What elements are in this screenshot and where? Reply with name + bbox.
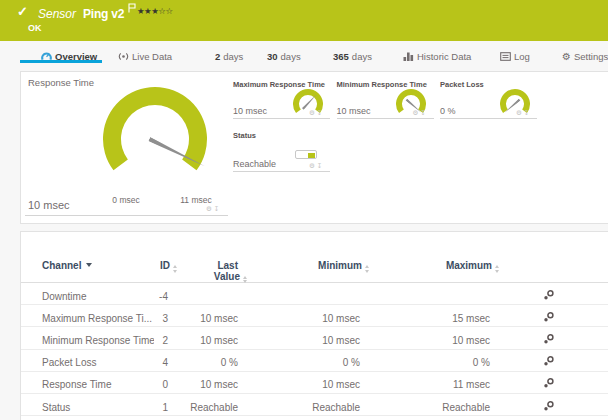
tab-2-days[interactable]: 2days bbox=[215, 49, 243, 63]
divider bbox=[337, 118, 434, 119]
channel-settings-icon[interactable] bbox=[543, 377, 555, 389]
gauge-settings-pin-icons[interactable]: ⚙↧ bbox=[413, 109, 428, 117]
packet-loss-value: 0 % bbox=[440, 106, 456, 116]
table-row: Downtime -4 bbox=[21, 283, 608, 305]
sensor-type-label: Sensor bbox=[38, 7, 76, 21]
tab-settings[interactable]: ⚙ Settings bbox=[562, 49, 608, 63]
tab-historic-data[interactable]: Historic Data bbox=[403, 49, 471, 63]
min-response-value: 10 msec bbox=[337, 106, 371, 116]
table-row: Minimum Response Time 2 10 msec 10 msec … bbox=[21, 327, 608, 349]
gauge-min-label: 0 msec bbox=[96, 195, 156, 205]
channel-settings-icon[interactable] bbox=[543, 355, 555, 367]
status-indicator bbox=[295, 150, 317, 159]
main-gauge-title: Response Time bbox=[28, 77, 94, 88]
ok-check-icon: ✓ bbox=[17, 4, 28, 19]
active-tab-underline bbox=[20, 60, 102, 63]
gauge-title-packet-loss: Packet Loss bbox=[440, 80, 484, 89]
col-header-last-value[interactable]: Last Value bbox=[173, 261, 243, 283]
tab-365-days[interactable]: 365days bbox=[333, 49, 372, 63]
flag-icon[interactable] bbox=[128, 3, 136, 15]
gauge-settings-pin-icons[interactable]: ⚙↧ bbox=[206, 205, 221, 213]
gauge-settings-pin-icons[interactable]: ⚙↧ bbox=[309, 109, 324, 117]
channel-name[interactable]: Downtime bbox=[42, 291, 154, 302]
tab-live-data[interactable]: Live Data bbox=[118, 49, 172, 63]
channel-settings-icon[interactable] bbox=[543, 289, 555, 301]
gauge-settings-pin-icons[interactable]: ⚙↧ bbox=[309, 162, 324, 170]
live-data-icon bbox=[118, 51, 129, 62]
divider bbox=[25, 215, 228, 216]
gauge-settings-pin-icons[interactable]: ⚙↧ bbox=[516, 109, 531, 117]
tab-30-days[interactable]: 30days bbox=[267, 49, 301, 63]
col-header-channel[interactable]: Channel bbox=[42, 261, 154, 272]
divider bbox=[233, 118, 330, 119]
gauge-max-label: 11 msec bbox=[166, 195, 226, 205]
sensor-title: Ping v2 bbox=[83, 7, 124, 21]
max-response-value: 10 msec bbox=[233, 106, 267, 116]
col-header-maximum[interactable]: Maximum bbox=[365, 261, 495, 273]
response-time-gauge bbox=[95, 79, 215, 199]
gauge-title-status: Status bbox=[233, 131, 256, 140]
sort-desc-icon bbox=[86, 263, 92, 267]
channel-name[interactable]: Status bbox=[42, 402, 154, 413]
tab-bar: Overview Live Data 2days 30days 365days … bbox=[0, 41, 608, 71]
gear-icon: ⚙ bbox=[562, 51, 571, 62]
overview-gauges-panel: Response Time 0 msec 11 msec 10 msec ⚙↧ … bbox=[20, 71, 608, 224]
channels-table-panel: Channel ID Last Value Minimum Maximum Do… bbox=[20, 231, 608, 420]
channel-name[interactable]: Response Time bbox=[42, 379, 154, 390]
channel-settings-icon[interactable] bbox=[543, 333, 555, 345]
sort-icon bbox=[495, 265, 499, 273]
sort-icon bbox=[243, 276, 247, 284]
log-icon bbox=[500, 51, 511, 62]
channel-name[interactable]: Maximum Response Ti... bbox=[42, 313, 154, 324]
response-time-value: 10 msec bbox=[28, 199, 70, 211]
table-row: Packet Loss 4 0 % 0 % 0 % bbox=[21, 350, 608, 372]
table-row: Maximum Response Ti... 3 10 msec 10 msec… bbox=[21, 305, 608, 327]
sensor-header: ✓ Sensor Ping v2 ★★★☆☆ OK bbox=[0, 0, 608, 41]
table-row: Response Time 0 10 msec 10 msec 11 msec bbox=[21, 372, 608, 394]
table-header-row: Channel ID Last Value Minimum Maximum bbox=[21, 232, 608, 283]
status-indicator-on bbox=[308, 153, 316, 158]
tab-log[interactable]: Log bbox=[500, 49, 530, 63]
table-row: Status 1 Reachable Reachable Reachable bbox=[21, 394, 608, 416]
channel-name[interactable]: Packet Loss bbox=[42, 357, 154, 368]
divider bbox=[440, 118, 537, 119]
chart-icon bbox=[403, 51, 414, 62]
status-value: Reachable bbox=[233, 159, 276, 169]
col-header-id[interactable]: ID bbox=[154, 261, 173, 273]
col-header-minimum[interactable]: Minimum bbox=[243, 261, 365, 273]
channel-name[interactable]: Minimum Response Time bbox=[42, 335, 154, 346]
priority-stars[interactable]: ★★★☆☆ bbox=[137, 6, 173, 16]
divider bbox=[233, 171, 330, 172]
sensor-status: OK bbox=[28, 23, 42, 33]
channel-settings-icon[interactable] bbox=[543, 400, 555, 412]
channel-settings-icon[interactable] bbox=[543, 311, 555, 323]
